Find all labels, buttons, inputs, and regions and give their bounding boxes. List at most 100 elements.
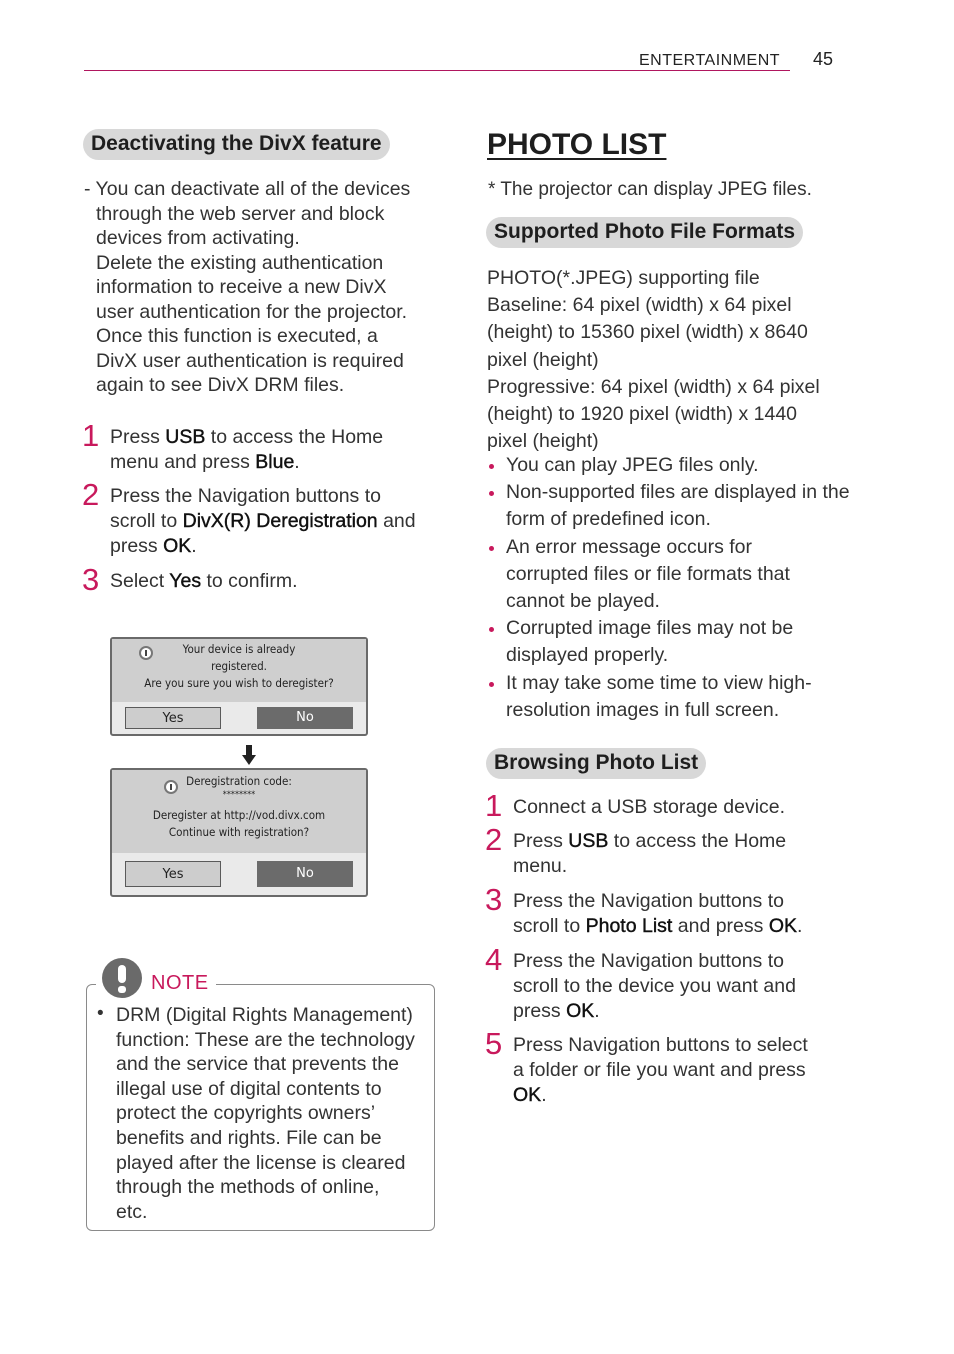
browse-step-1: 1 Connect a USB storage device. [485,789,843,823]
browse-step-3: 3 Press the Navigation buttons to scroll… [485,883,848,939]
dialog-line: registered. [211,659,267,673]
intro-line: through the web server and block [96,202,385,225]
menu-item-label: DivX(R) Deregistration [182,510,378,532]
list-item: Corrupted image files may not be display… [487,615,836,669]
note-line: protect the copyrights owners’ [116,1102,376,1125]
formats-line: (height) to 1920 pixel (width) x 1440 [487,403,798,426]
browse-step-5: 5 Press Navigation buttons to select a f… [485,1027,848,1108]
section-heading-deactivate-divx: Deactivating the DivX feature [83,129,390,160]
step-text: a folder or file you want and press [513,1059,806,1081]
step-text: scroll to the device you want and [513,975,796,997]
note-line: and the service that prevents the [116,1053,399,1076]
key-label: OK [163,535,192,557]
formats-paragraph: PHOTO(*.JPEG) supporting file Baseline: … [487,265,847,455]
intro-line: DivX user authentication is required [96,349,404,372]
intro-line: user authentication for the projector. [96,300,408,323]
divx-step-1: 1 Press USB to access the Home menu and … [82,419,440,475]
step-text: Connect a USB storage device. [513,796,786,818]
step-text: to access the Home [205,426,384,448]
info-icon [164,780,178,794]
divx-intro-paragraph: - You can deactivate all of the devices … [84,177,434,398]
page-title: PHOTO LIST [487,128,667,161]
intro-line: devices from activating. [96,227,300,249]
yes-button[interactable]: Yes [125,861,221,887]
note-label: NOTE [151,972,209,994]
step-number: 3 [82,562,100,597]
step-text: Press Navigation buttons to select [513,1034,808,1056]
intro-line: Delete the existing authentication [96,251,384,274]
dialog-buttons: Yes No [112,853,366,895]
arrow-down-icon [242,745,256,765]
step-text: Select [110,570,170,592]
formats-line: Baseline: 64 pixel (width) x 64 pixel [487,294,792,317]
note-line: through the methods of online, [116,1176,380,1199]
header-divider [84,70,790,71]
step-number: 5 [485,1026,503,1061]
bullet-icon [489,545,494,551]
dialog-line: Are you sure you wish to deregister? [144,676,334,690]
formats-line: (height) to 15360 pixel (width) x 8640 [487,321,808,344]
step-number: 2 [82,477,100,512]
list-item: It may take some time to view high-resol… [487,670,856,724]
dialog-line: Deregister at http://vod.divx.com [152,808,326,822]
exclamation-icon [102,958,142,998]
yes-button[interactable]: Yes [125,707,221,729]
step-text: Press [110,426,166,448]
note-line: benefits and rights. File can be [116,1126,382,1149]
section-heading-browsing-photo-list: Browsing Photo List [486,748,707,779]
step-text: and press [672,915,769,937]
dialog-message: Your device is already registered. Are y… [112,639,366,702]
footnote: * The projector can display JPEG files. [488,179,812,200]
step-text: Press the Navigation buttons to [513,890,784,912]
note-line: DRM (Digital Rights Management) [116,1004,413,1026]
note-text: DRM (Digital Rights Management) function… [116,1003,434,1224]
intro-line: - You can deactivate all of the devices [84,178,411,200]
menu-item-label: Photo List [585,915,673,937]
step-number: 2 [485,822,503,857]
formats-line: PHOTO(*.JPEG) supporting file [487,267,760,289]
step-text: to confirm. [201,570,298,592]
notes-bullet-list: You can play JPEG files only. Non-suppor… [487,452,850,724]
step-text: . [594,1000,600,1022]
step-text: to access the Home [608,830,787,852]
divx-step-3: 3 Select Yes to confirm. [82,563,440,597]
step-text: scroll to [110,510,183,532]
step-text: Press [513,830,569,852]
step-text: press [513,1000,567,1022]
no-button[interactable]: No [257,707,353,729]
step-text: Press the Navigation buttons to [513,950,784,972]
dialog-line: Continue with registration? [168,825,310,839]
note-line: played after the license is cleared [116,1151,406,1174]
step-number: 3 [485,882,503,917]
step-text: menu. [513,855,568,877]
divx-step-2: 2 Press the Navigation buttons to scroll… [82,478,445,559]
info-icon [139,646,153,660]
list-item: An error message occurs for corrupted fi… [487,534,836,616]
step-text: . [191,535,197,557]
no-button[interactable]: No [257,861,353,887]
step-text: Press the Navigation buttons to [110,485,381,507]
key-label: USB [165,426,206,448]
browse-step-2: 2 Press USB to access the Home menu. [485,823,843,879]
key-label: OK [513,1084,542,1106]
note-line: illegal use of digital contents to [116,1077,382,1100]
header-section-title: ENTERTAINMENT [639,52,781,69]
formats-line: pixel (height) [487,348,599,371]
key-label: OK [566,1000,595,1022]
step-number: 4 [485,942,503,977]
deregistration-code-dialog: Deregistration code: ******** Deregister… [110,768,368,897]
key-label: OK [768,915,798,937]
intro-line: information to receive a new DivX [96,276,387,298]
dialog-line: Deregistration code: [186,774,292,788]
section-heading-supported-formats: Supported Photo File Formats [486,217,804,248]
step-text: . [797,915,803,937]
key-label: Blue [255,451,295,473]
deregister-confirm-dialog: Your device is already registered. Are y… [110,637,368,736]
note-line: function: These are the technology [116,1028,415,1051]
list-item: Non-supported files are displayed in the… [487,479,851,533]
step-text: scroll to [513,915,586,937]
page-number: 45 [813,49,834,69]
formats-line: Progressive: 64 pixel (width) x 64 pixel [487,375,820,398]
bullet-icon [489,627,494,633]
step-text: press [110,535,164,557]
